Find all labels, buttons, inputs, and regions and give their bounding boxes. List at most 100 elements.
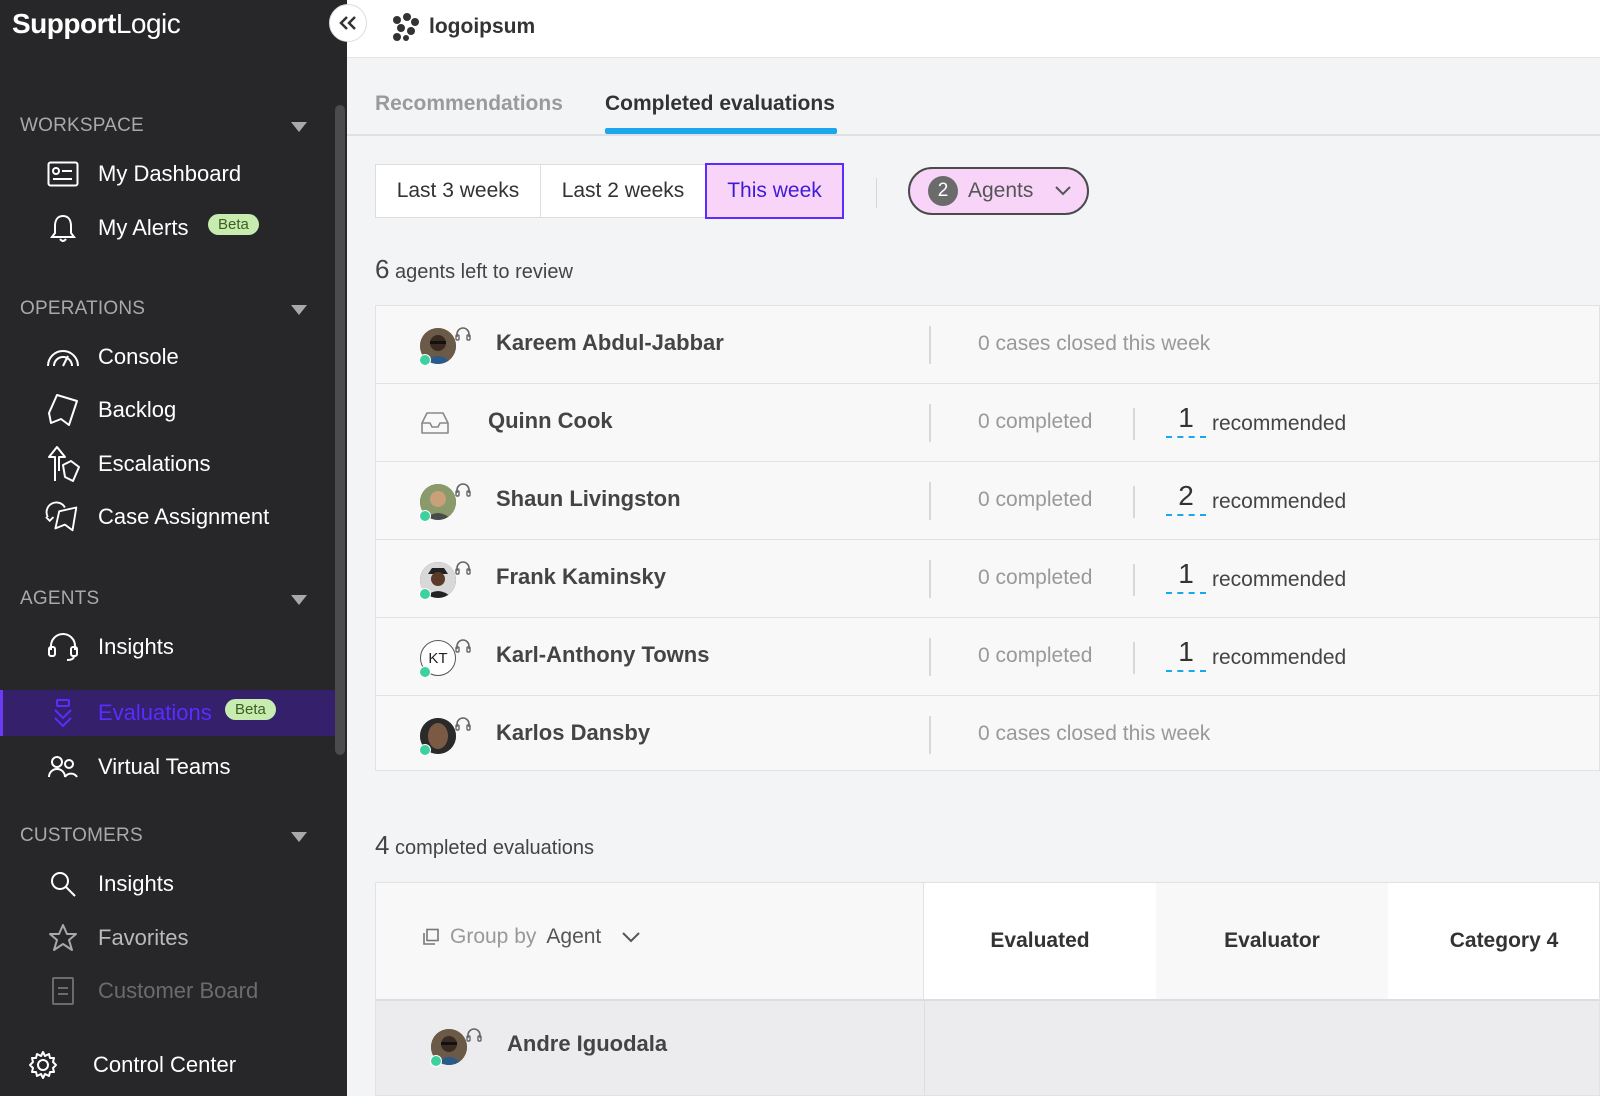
search-icon [44, 865, 82, 903]
online-status-dot [430, 1055, 442, 1067]
sidebar-item-customer-insights[interactable]: Insights [0, 860, 335, 908]
collapse-sidebar-button[interactable] [329, 4, 367, 42]
column-header-evaluated[interactable]: Evaluated [924, 883, 1156, 999]
group-by-value: Agent [546, 925, 602, 948]
completed-evaluations-heading: 4 completed evaluations [375, 830, 594, 861]
recommended-label: recommended [1212, 412, 1347, 435]
sidebar-scrollbar[interactable] [335, 105, 345, 755]
list-item[interactable]: KT Karl-Anthony Towns 0 completed 1 reco… [376, 618, 1599, 696]
column-divider [1133, 408, 1135, 440]
period-this-week[interactable]: This week [705, 163, 844, 219]
column-divider [929, 638, 931, 676]
period-last-2-weeks[interactable]: Last 2 weeks [540, 164, 706, 218]
beta-badge: Beta [225, 699, 276, 720]
list-item[interactable]: Quinn Cook 0 completed 1 recommended [376, 384, 1599, 462]
recommended-count[interactable]: 2 [1166, 480, 1206, 516]
active-tab-indicator [605, 128, 837, 134]
completed-evaluations-table: Group by Agent Evaluated Evaluator Categ… [375, 882, 1600, 1096]
sidebar-item-case-assignment[interactable]: Case Assignment [0, 493, 335, 541]
dashboard-card-icon [44, 155, 82, 193]
headset-icon [466, 1028, 482, 1042]
agent-stat: 0 completed [978, 410, 1093, 433]
agents-filter-dropdown[interactable]: 2 Agents [908, 167, 1089, 215]
agent-name: Quinn Cook [488, 408, 613, 433]
headset-icon [44, 628, 82, 666]
agents-count-badge: 2 [928, 176, 958, 206]
gauge-icon [44, 338, 82, 376]
collapse-customers-icon[interactable] [291, 832, 307, 842]
star-icon [44, 919, 82, 957]
group-by-prefix: Group by [450, 925, 537, 948]
recommended-count[interactable]: 1 [1166, 636, 1206, 672]
sidebar-item-label: Evaluations [98, 700, 212, 725]
recommended-label: recommended [1212, 646, 1347, 669]
column-divider [929, 716, 931, 754]
sidebar-item-backlog[interactable]: Backlog [0, 386, 335, 434]
column-header-evaluator[interactable]: Evaluator [1156, 883, 1388, 999]
inbox-icon [421, 412, 449, 434]
company-logo[interactable]: logoipsum [389, 12, 535, 42]
agent-name: Karl-Anthony Towns [496, 642, 710, 667]
table-row[interactable]: Andre Iguodala [376, 999, 1599, 1095]
sidebar-item-label: Escalations [98, 451, 211, 476]
evaluation-icon [44, 694, 82, 732]
list-item[interactable]: Frank Kaminsky 0 completed 1 recommended [376, 540, 1599, 618]
sidebar-item-evaluations[interactable]: Evaluations Beta [0, 690, 335, 736]
agent-stat: 0 completed [978, 644, 1093, 667]
online-status-dot [419, 354, 431, 366]
bell-icon [44, 209, 82, 247]
tab-bar: Recommendations Completed evaluations [347, 88, 1600, 136]
sidebar-item-label: Console [98, 344, 179, 369]
sidebar-item-favorites[interactable]: Favorites [0, 914, 335, 962]
board-icon [44, 972, 82, 1010]
tab-completed-evaluations[interactable]: Completed evaluations [605, 92, 835, 116]
section-operations: OPERATIONS [20, 298, 146, 319]
sidebar-item-label: My Alerts [98, 215, 189, 240]
sidebar-item-customer-board[interactable]: Customer Board [0, 967, 335, 1015]
sidebar-item-label: Control Center [93, 1052, 237, 1077]
sidebar-item-my-alerts[interactable]: My Alerts Beta [0, 204, 335, 252]
column-header-category-4[interactable]: Category 4 [1388, 883, 1599, 999]
recommended-count[interactable]: 1 [1166, 402, 1206, 438]
list-item[interactable]: Kareem Abdul-Jabbar 0 cases closed this … [376, 306, 1599, 384]
sidebar-item-my-dashboard[interactable]: My Dashboard [0, 150, 335, 198]
recommended-label: recommended [1212, 568, 1347, 591]
logo-text: logoipsum [429, 15, 536, 38]
sidebar-item-agent-insights[interactable]: Insights [0, 623, 335, 671]
completed-count: 4 [375, 830, 390, 860]
case-assignment-icon [44, 498, 82, 536]
agent-stat: 0 cases closed this week [978, 332, 1211, 355]
agent-stat: 0 completed [978, 566, 1093, 589]
online-status-dot [419, 666, 431, 678]
sidebar-item-virtual-teams[interactable]: Virtual Teams [0, 743, 335, 791]
double-chevron-left-icon [339, 16, 356, 30]
period-last-3-weeks[interactable]: Last 3 weeks [375, 164, 541, 218]
sidebar-item-escalations[interactable]: Escalations [0, 440, 335, 488]
column-divider [929, 482, 931, 520]
list-item[interactable]: Karlos Dansby 0 cases closed this week [376, 696, 1599, 770]
sidebar-item-control-center[interactable]: Control Center [0, 1036, 347, 1094]
recommended-count[interactable]: 1 [1166, 558, 1206, 594]
top-header: logoipsum [347, 0, 1600, 58]
sidebar-item-label: Insights [98, 634, 174, 659]
sidebar-item-label: Customer Board [98, 978, 259, 1003]
collapse-agents-icon[interactable] [291, 595, 307, 605]
agent-stat: 0 completed [978, 488, 1093, 511]
group-by-dropdown[interactable]: Group by Agent [422, 925, 641, 949]
sidebar-item-console[interactable]: Console [0, 333, 335, 381]
tab-recommendations[interactable]: Recommendations [375, 92, 563, 116]
online-status-dot [419, 588, 431, 600]
backlog-icon [44, 391, 82, 429]
team-icon [44, 748, 82, 786]
online-status-dot [419, 510, 431, 522]
collapse-operations-icon[interactable] [291, 305, 307, 315]
beta-badge: Beta [208, 214, 259, 235]
agents-filter-label: Agents [968, 179, 1034, 202]
section-customers: CUSTOMERS [20, 825, 143, 846]
agent-name: Kareem Abdul-Jabbar [496, 330, 724, 355]
agent-stat: 0 cases closed this week [978, 722, 1211, 745]
brand-logo[interactable]: SupportLogic [12, 8, 181, 40]
list-item[interactable]: Shaun Livingston 0 completed 2 recommend… [376, 462, 1599, 540]
headset-icon [455, 561, 471, 575]
collapse-workspace-icon[interactable] [291, 122, 307, 132]
